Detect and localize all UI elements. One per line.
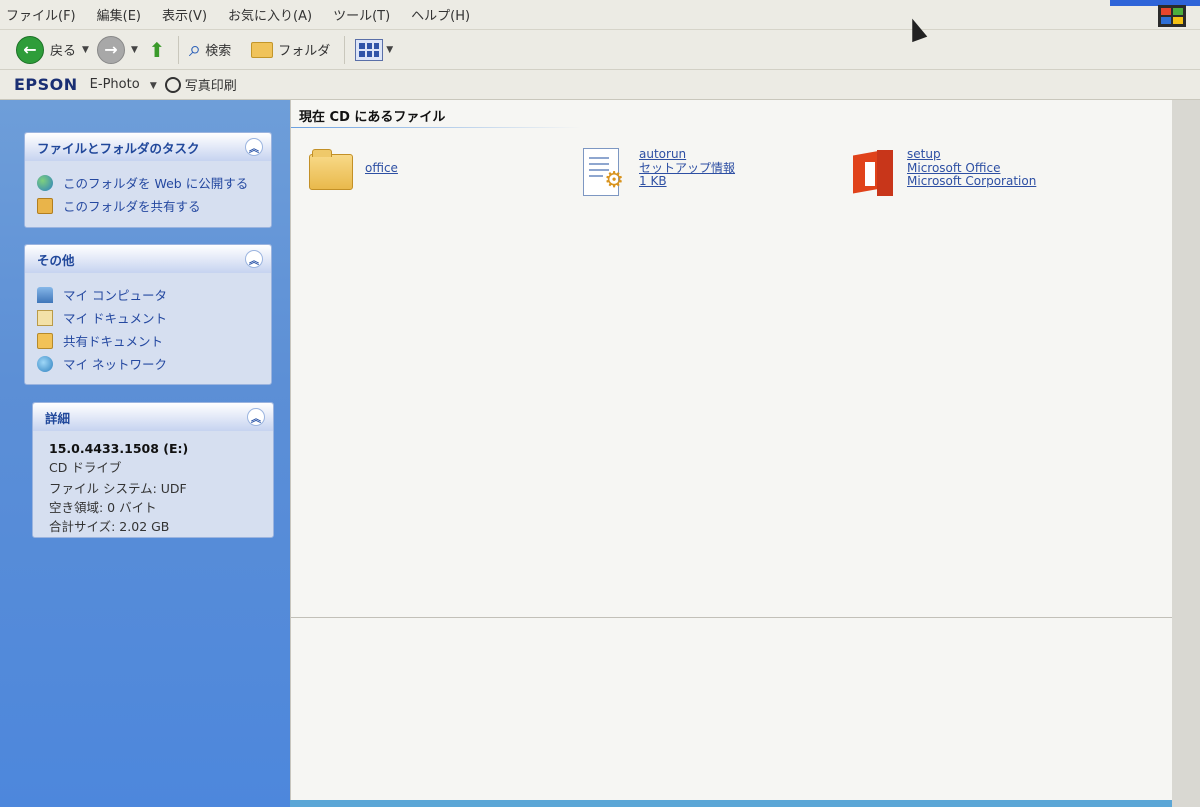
panel-body: このフォルダを Web に公開する このフォルダを共有する bbox=[25, 161, 271, 227]
link-label: マイ ドキュメント bbox=[63, 311, 167, 326]
file-item-office[interactable]: office bbox=[309, 149, 398, 190]
other-places-header[interactable]: その他 ︽ bbox=[25, 245, 271, 273]
ephoto-dropdown-icon: ▼ bbox=[149, 81, 157, 91]
back-arrow-icon: ← bbox=[16, 35, 44, 64]
collapse-icon[interactable]: ︽ bbox=[245, 138, 263, 156]
file-item-setup[interactable]: setup Microsoft Office Microsoft Corpora… bbox=[853, 147, 1037, 198]
epson-toolbar: EPSON E-Photo ▼ 写真印刷 bbox=[0, 70, 1200, 100]
panel-body: マイ コンピュータ マイ ドキュメント 共有ドキュメント マイ ネットワーク bbox=[25, 273, 271, 385]
link-label: マイ ネットワーク bbox=[63, 357, 167, 372]
panel-title: ファイルとフォルダのタスク bbox=[37, 140, 200, 156]
file-item-autorun[interactable]: autorun セットアップ情報 1 KB bbox=[583, 147, 736, 196]
folders-icon bbox=[251, 41, 274, 58]
drive-name: 15.0.4433.1508 (E:) bbox=[49, 441, 189, 456]
panel-body: 15.0.4433.1508 (E:) CD ドライブ ファイル システム: U… bbox=[33, 431, 273, 546]
shared-folder-icon bbox=[37, 332, 53, 349]
file-size: 1 KB bbox=[639, 174, 667, 188]
file-name: setup bbox=[907, 147, 941, 161]
group-header-line bbox=[291, 127, 581, 128]
folders-label: フォルダ bbox=[278, 44, 331, 59]
group-header: 現在 CD にあるファイル bbox=[299, 110, 446, 125]
views-icon bbox=[355, 38, 384, 61]
setup-info-file-icon bbox=[583, 148, 624, 196]
menu-view[interactable]: 表示(V) bbox=[162, 5, 207, 24]
menu-favorites[interactable]: お気に入り(A) bbox=[228, 5, 312, 24]
collapse-icon[interactable]: ︽ bbox=[247, 408, 265, 426]
forward-button[interactable]: → ▼ bbox=[93, 34, 142, 66]
views-button[interactable]: ▼ bbox=[351, 34, 397, 66]
details-header[interactable]: 詳細 ︽ bbox=[33, 403, 273, 431]
ephoto-label: E-Photo bbox=[89, 77, 140, 92]
menu-help[interactable]: ヘルプ(H) bbox=[411, 5, 470, 24]
file-system: ファイル システム: UDF bbox=[49, 481, 187, 496]
file-product: Microsoft Office bbox=[907, 160, 1001, 175]
file-company: Microsoft Corporation bbox=[907, 174, 1037, 188]
folders-button[interactable]: フォルダ bbox=[247, 34, 334, 66]
folder-icon bbox=[309, 149, 353, 190]
details-panel: 詳細 ︽ 15.0.4433.1508 (E:) CD ドライブ ファイル シス… bbox=[32, 402, 274, 538]
forward-dropdown-icon[interactable]: ▼ bbox=[131, 45, 138, 55]
link-label: このフォルダを共有する bbox=[63, 199, 201, 214]
taskbar-edge bbox=[290, 800, 1172, 807]
file-type: セットアップ情報 bbox=[639, 160, 736, 175]
menu-edit[interactable]: 編集(E) bbox=[97, 5, 141, 24]
ephoto-button[interactable]: E-Photo ▼ bbox=[90, 77, 157, 92]
search-icon: ⌕ bbox=[188, 37, 202, 62]
toolbar-separator bbox=[177, 35, 179, 64]
menu-tools[interactable]: ツール(T) bbox=[333, 5, 390, 24]
file-name: office bbox=[365, 161, 398, 175]
file-details: setup Microsoft Office Microsoft Corpora… bbox=[907, 147, 1037, 189]
up-folder-icon: ⬆ bbox=[148, 37, 166, 62]
file-folder-tasks-panel: ファイルとフォルダのタスク ︽ このフォルダを Web に公開する このフォルダ… bbox=[24, 132, 272, 228]
title-bar-edge bbox=[1110, 0, 1200, 6]
globe-icon bbox=[37, 174, 53, 191]
share-folder-icon bbox=[37, 197, 53, 214]
search-button[interactable]: ⌕ 検索 bbox=[185, 34, 235, 66]
back-button[interactable]: ← 戻る ▼ bbox=[12, 34, 93, 66]
link-label: 共有ドキュメント bbox=[63, 334, 164, 349]
drive-type: CD ドライブ bbox=[49, 460, 122, 475]
photo-print-icon bbox=[164, 76, 181, 93]
file-folder-tasks-header[interactable]: ファイルとフォルダのタスク ︽ bbox=[25, 133, 271, 161]
panel-title: 詳細 bbox=[45, 410, 71, 426]
share-folder-link[interactable]: このフォルダを共有する bbox=[37, 194, 259, 217]
link-label: このフォルダを Web に公開する bbox=[63, 176, 249, 191]
office-logo-icon bbox=[853, 148, 893, 198]
views-dropdown-icon[interactable]: ▼ bbox=[386, 45, 393, 55]
window-edge bbox=[1172, 100, 1200, 807]
windows-logo-icon bbox=[1158, 5, 1186, 27]
toolbar-separator bbox=[344, 35, 346, 64]
computer-icon bbox=[37, 286, 53, 303]
other-places-panel: その他 ︽ マイ コンピュータ マイ ドキュメント 共有ドキュメント マイ ネッ… bbox=[24, 244, 272, 385]
menu-file[interactable]: ファイル(F) bbox=[6, 5, 76, 24]
back-label: 戻る bbox=[50, 44, 77, 59]
view-divider bbox=[291, 617, 1173, 618]
epson-logo: EPSON bbox=[14, 75, 78, 94]
back-dropdown-icon[interactable]: ▼ bbox=[82, 45, 89, 55]
file-details: autorun セットアップ情報 1 KB bbox=[639, 147, 736, 189]
menu-bar: ファイル(F) 編集(E) 表示(V) お気に入り(A) ツール(T) ヘルプ(… bbox=[0, 0, 1200, 30]
up-folder-button[interactable]: ⬆ bbox=[142, 34, 172, 66]
photo-print-button[interactable]: 写真印刷 bbox=[185, 75, 237, 94]
my-documents-link[interactable]: マイ ドキュメント bbox=[37, 306, 259, 329]
network-icon bbox=[37, 355, 53, 372]
file-list-view: 現在 CD にあるファイル office autorun セットアップ情報 1 … bbox=[290, 100, 1173, 807]
file-name: autorun bbox=[639, 147, 687, 161]
panel-title: その他 bbox=[37, 252, 75, 268]
my-computer-link[interactable]: マイ コンピュータ bbox=[37, 283, 259, 306]
total-size: 合計サイズ: 2.02 GB bbox=[49, 519, 170, 534]
task-pane: ファイルとフォルダのタスク ︽ このフォルダを Web に公開する このフォルダ… bbox=[0, 100, 290, 807]
search-label: 検索 bbox=[205, 44, 232, 59]
standard-toolbar: ← 戻る ▼ → ▼ ⬆ ⌕ 検索 フォルダ ▼ bbox=[0, 30, 1200, 70]
forward-arrow-icon: → bbox=[96, 35, 125, 64]
publish-web-link[interactable]: このフォルダを Web に公開する bbox=[37, 171, 259, 194]
free-space: 空き領域: 0 バイト bbox=[49, 500, 157, 515]
link-label: マイ コンピュータ bbox=[63, 288, 167, 303]
my-network-link[interactable]: マイ ネットワーク bbox=[37, 352, 259, 375]
documents-icon bbox=[37, 309, 53, 326]
shared-documents-link[interactable]: 共有ドキュメント bbox=[37, 329, 259, 352]
collapse-icon[interactable]: ︽ bbox=[245, 250, 263, 268]
